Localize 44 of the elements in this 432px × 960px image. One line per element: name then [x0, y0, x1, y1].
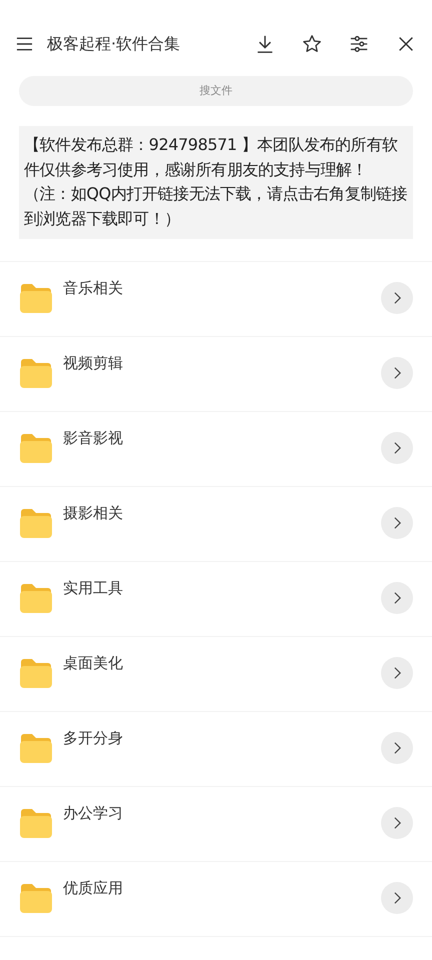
chevron-icon	[392, 516, 402, 530]
search-field[interactable]: 搜文件	[19, 76, 413, 106]
chevron-icon	[392, 291, 402, 305]
folder-icon	[19, 282, 53, 314]
folder-icon	[19, 657, 53, 689]
folder-name[interactable]: 多开分身	[63, 729, 381, 748]
folder-icon	[19, 882, 53, 914]
chevron-button[interactable]	[381, 432, 413, 464]
close-icon[interactable]	[396, 34, 416, 54]
folder-icon	[19, 507, 53, 539]
notice-text: 【软件发布总群：924798571 】本团队发布的所有软件仅供参考习使用，感谢所有朋友的支持与理解！（注：如QQ内打开链接无法下载，请点击右角复制链接到浏览器下载即可！）	[19, 126, 413, 239]
star-icon[interactable]	[302, 34, 322, 54]
chevron-icon	[392, 666, 402, 680]
page-title: 极客起程·软件合集	[47, 34, 182, 54]
folder-name[interactable]: 视频剪辑	[63, 354, 381, 373]
chevron-button[interactable]	[381, 732, 413, 764]
chevron-button[interactable]	[381, 282, 413, 314]
folder-icon	[19, 432, 53, 464]
folder-name[interactable]: 音乐相关	[63, 279, 381, 298]
chevron-button[interactable]	[381, 882, 413, 914]
chevron-icon	[392, 366, 402, 380]
folder-name[interactable]: 实用工具	[63, 579, 381, 598]
chevron-button[interactable]	[381, 657, 413, 689]
download-icon[interactable]	[255, 34, 275, 54]
folder-icon	[19, 807, 53, 839]
folder-icon	[19, 582, 53, 614]
chevron-icon	[392, 741, 402, 755]
chevron-icon	[392, 816, 402, 830]
folder-icon	[19, 732, 53, 764]
chevron-icon	[392, 441, 402, 455]
chevron-button[interactable]	[381, 507, 413, 539]
folder-name[interactable]: 桌面美化	[63, 654, 381, 673]
chevron-button[interactable]	[381, 582, 413, 614]
settings-icon[interactable]	[349, 34, 369, 54]
chevron-button[interactable]	[381, 807, 413, 839]
folder-name[interactable]: 摄影相关	[63, 504, 381, 523]
chevron-icon	[392, 591, 402, 605]
folder-icon	[19, 357, 53, 389]
chevron-icon	[392, 891, 402, 905]
menu-icon[interactable]	[16, 37, 33, 51]
folder-name[interactable]: 影音影视	[63, 429, 381, 448]
folder-name[interactable]: 优质应用	[63, 879, 381, 898]
chevron-button[interactable]	[381, 357, 413, 389]
folder-name[interactable]: 办公学习	[63, 804, 381, 823]
